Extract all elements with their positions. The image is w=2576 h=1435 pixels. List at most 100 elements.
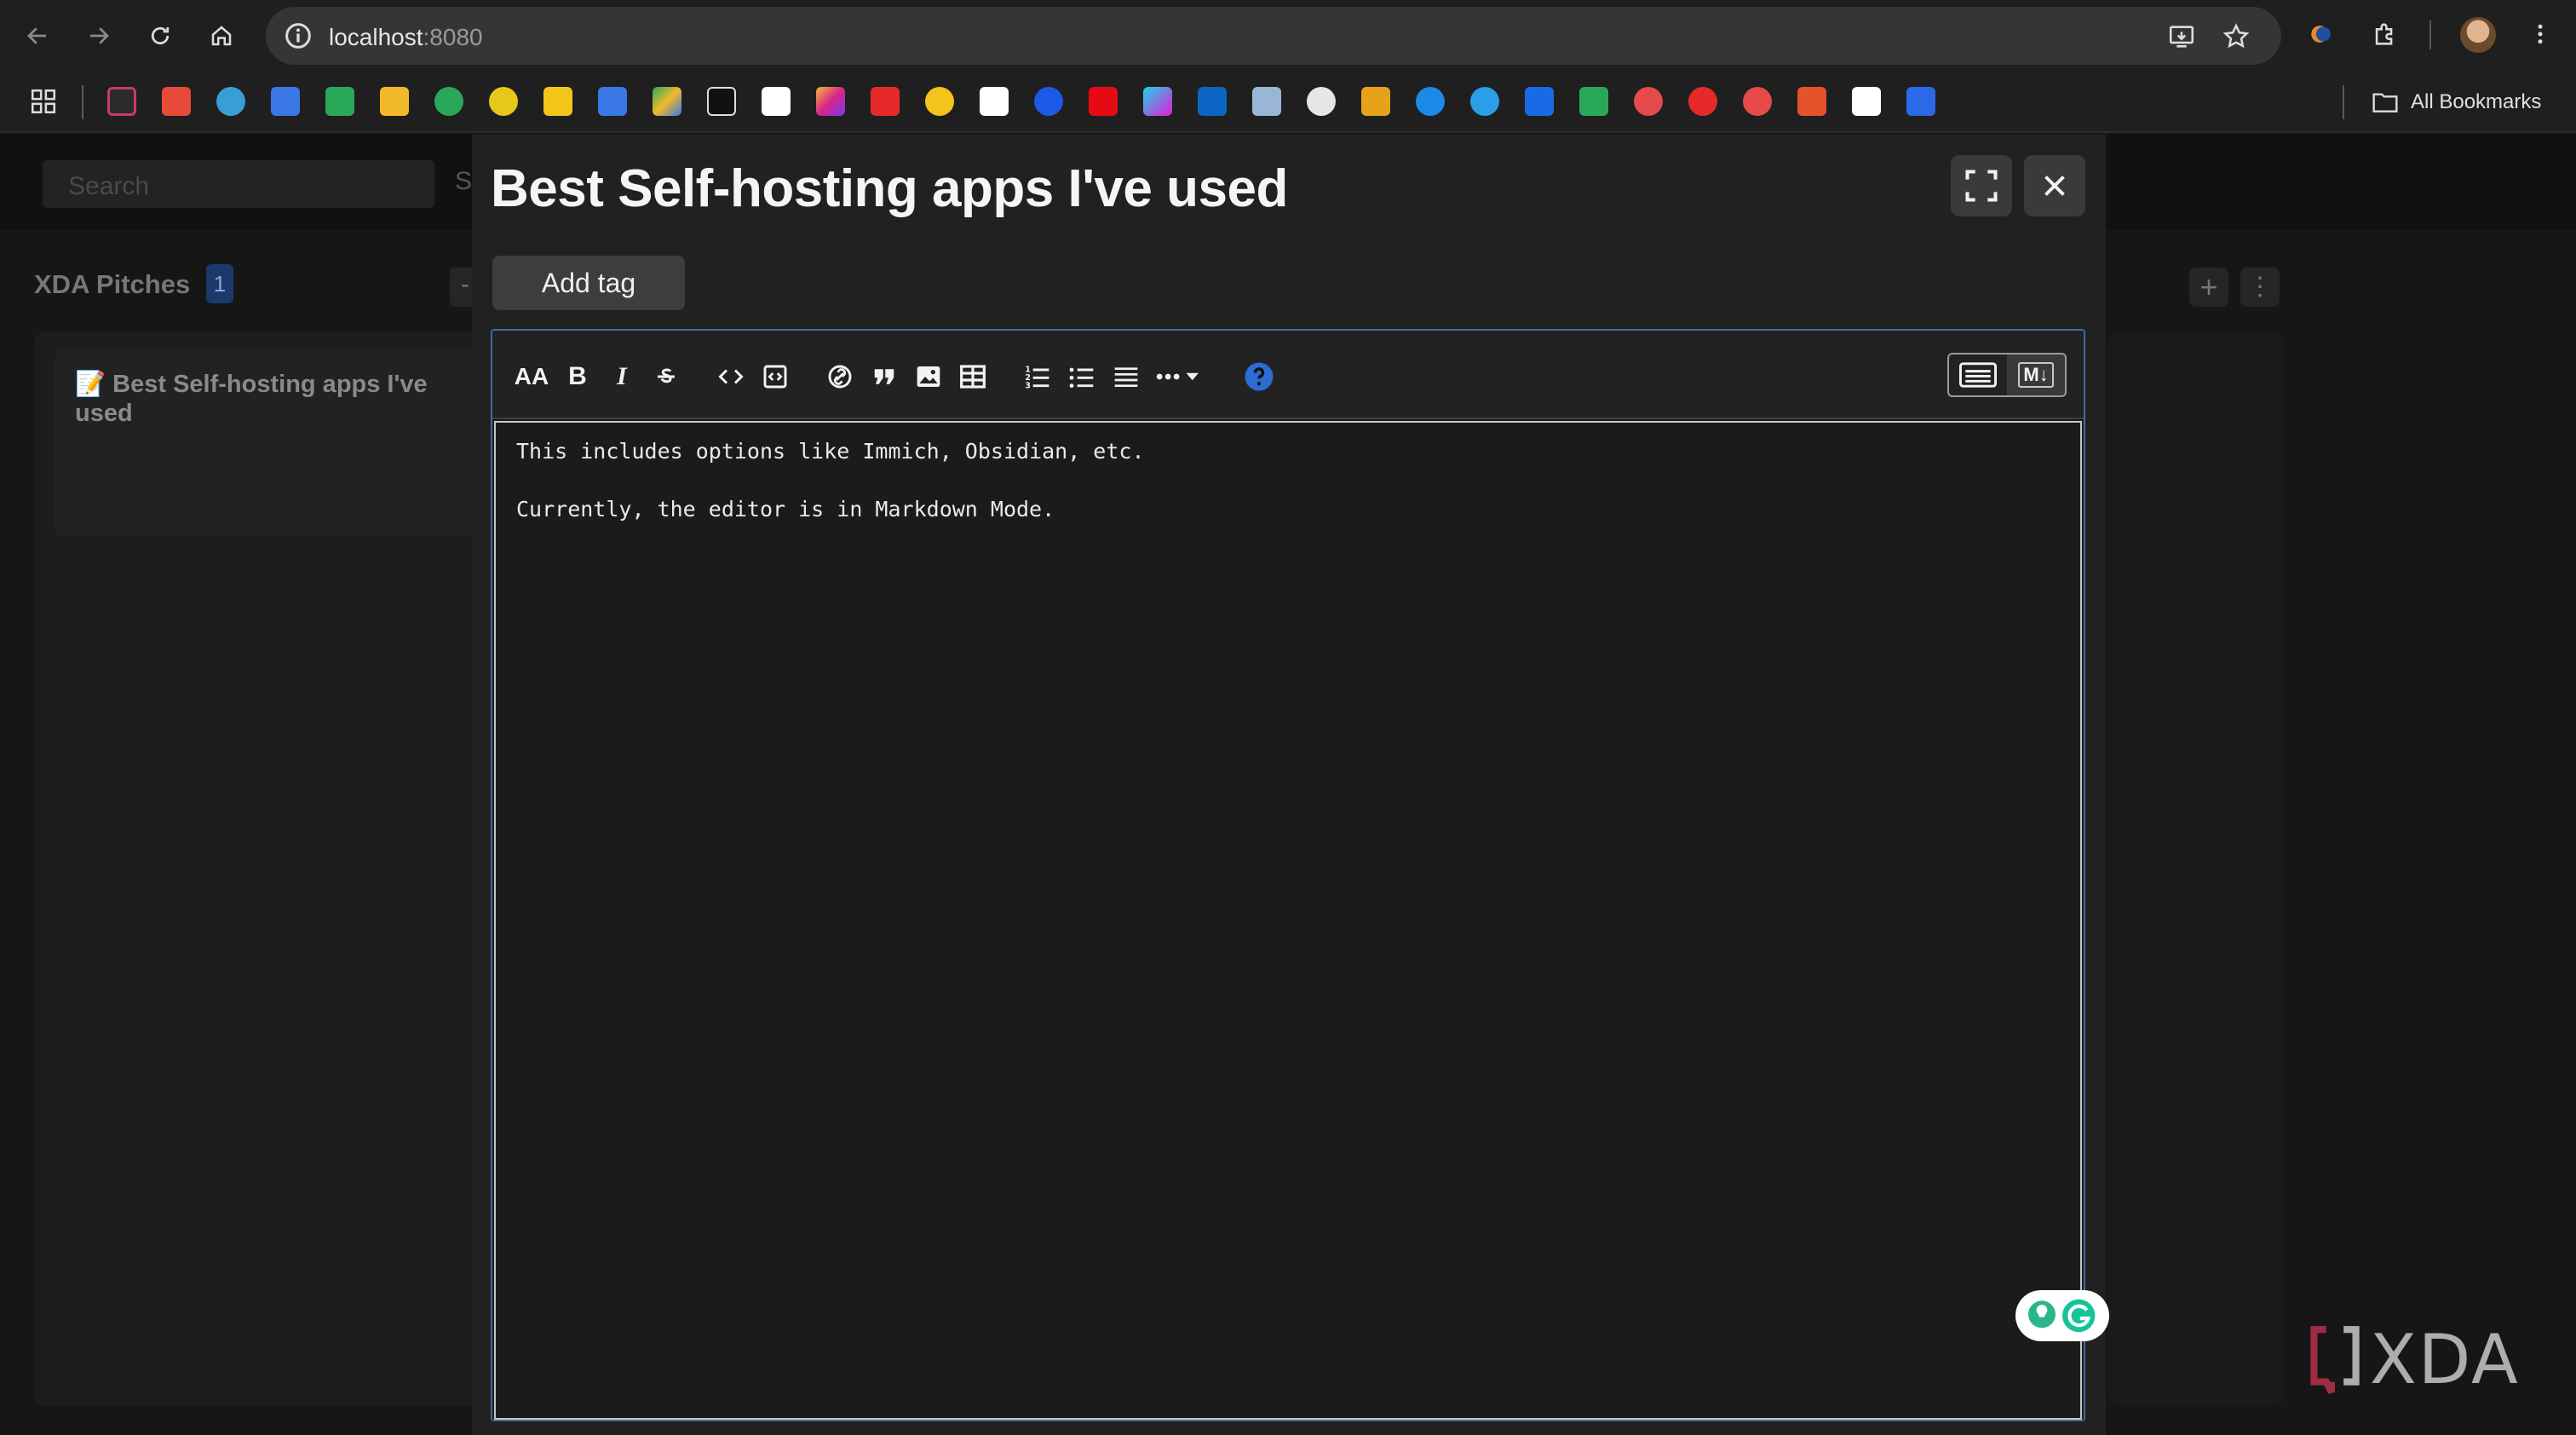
bookmark-8-icon[interactable] xyxy=(489,87,518,116)
grammarly-widget[interactable] xyxy=(2015,1290,2109,1341)
wysiwyg-mode-button[interactable] xyxy=(1949,354,2007,395)
browser-menu-icon[interactable] xyxy=(2521,15,2559,53)
bookmark-27-icon[interactable] xyxy=(1525,87,1554,116)
url-port: :8080 xyxy=(423,24,483,50)
all-bookmarks-button[interactable]: All Bookmarks xyxy=(2372,87,2541,118)
bookmark-20-icon[interactable] xyxy=(1143,87,1172,116)
unordered-list-icon[interactable] xyxy=(1065,360,1099,394)
bookmark-31-icon[interactable] xyxy=(1743,87,1772,116)
bookmark-18-icon[interactable] xyxy=(1034,87,1063,116)
gmail-bookmark-icon[interactable] xyxy=(162,87,191,116)
help-icon[interactable] xyxy=(1242,360,1276,394)
reload-icon[interactable] xyxy=(140,15,181,56)
table-icon[interactable] xyxy=(956,360,990,394)
site-info-icon[interactable] xyxy=(281,19,315,53)
apps-grid-icon[interactable] xyxy=(29,87,58,116)
xda-logo-icon xyxy=(2309,1323,2361,1396)
fullscreen-button[interactable] xyxy=(1951,155,2012,216)
bookmark-30-icon[interactable] xyxy=(1688,87,1717,116)
svg-text:3: 3 xyxy=(1025,381,1031,390)
search-input[interactable]: Search xyxy=(43,160,434,208)
toolbar-divider xyxy=(2429,20,2431,49)
address-bar[interactable]: localhost:8080 xyxy=(266,7,2281,65)
more-options-icon[interactable] xyxy=(1153,360,1205,394)
markdown-mode-label: M↓ xyxy=(2018,362,2054,388)
bookmark-34-icon[interactable] xyxy=(1906,87,1935,116)
inline-code-icon[interactable] xyxy=(714,360,748,394)
bookmark-divider-right xyxy=(2343,85,2344,119)
fullscreen-icon xyxy=(1963,167,2000,205)
board-title: XDA Pitches xyxy=(34,269,191,299)
markdown-mode-button[interactable]: M↓ xyxy=(2007,354,2065,395)
ordered-list-icon[interactable]: 123 xyxy=(1021,360,1055,394)
bold-tool[interactable]: B xyxy=(561,360,595,394)
editor-textarea[interactable]: This includes options like Immich, Obsid… xyxy=(494,421,2082,1420)
google-slides-bookmark-icon[interactable] xyxy=(380,87,409,116)
image-icon[interactable] xyxy=(911,360,946,394)
linkedin-bookmark-icon[interactable] xyxy=(1198,87,1227,116)
editor-mode-switch: M↓ xyxy=(1947,353,2067,397)
bookmarks-bar: All Bookmarks xyxy=(0,72,2576,133)
home-icon[interactable] xyxy=(201,15,242,56)
italic-tool[interactable]: I xyxy=(605,360,639,394)
close-button[interactable] xyxy=(2024,155,2085,216)
bookmark-13-icon[interactable] xyxy=(762,87,791,116)
google-meet-bookmark-icon[interactable] xyxy=(434,87,463,116)
wysiwyg-icon xyxy=(1959,361,1997,389)
heading-tool[interactable]: AA xyxy=(515,360,549,394)
install-app-icon[interactable] xyxy=(2167,22,2196,51)
board-column-right xyxy=(2107,332,2285,1406)
chrome-bookmark-icon[interactable] xyxy=(1307,87,1336,116)
horizontal-rule-icon[interactable] xyxy=(1109,360,1143,394)
back-icon[interactable] xyxy=(17,15,58,56)
x-bookmark-icon[interactable] xyxy=(707,87,736,116)
content-line-1: This includes options like Immich, Obsid… xyxy=(516,439,1145,464)
bookmark-29-icon[interactable] xyxy=(1634,87,1663,116)
add-column-button[interactable]: + xyxy=(2189,268,2228,307)
url-host: localhost xyxy=(329,24,423,50)
link-icon[interactable] xyxy=(823,360,857,394)
folder-icon xyxy=(2372,90,2399,114)
bookmark-22-icon[interactable] xyxy=(1252,87,1281,116)
bookmark-16-icon[interactable] xyxy=(925,87,954,116)
bookmark-24-icon[interactable] xyxy=(1361,87,1390,116)
quote-icon[interactable] xyxy=(867,360,901,394)
google-drive-bookmark-icon[interactable] xyxy=(653,87,681,116)
google-keep-bookmark-icon[interactable] xyxy=(543,87,572,116)
youtube-bookmark-icon[interactable] xyxy=(871,87,900,116)
bookmark-25-icon[interactable] xyxy=(1416,87,1445,116)
markdown-editor: AA B I 123 M↓ This includes options like… xyxy=(491,329,2109,1421)
instagram-bookmark-icon[interactable] xyxy=(816,87,845,116)
column-menu-button[interactable]: ⋮ xyxy=(2240,268,2280,307)
url-text: localhost:8080 xyxy=(329,24,483,51)
bookmark-star-icon[interactable] xyxy=(2222,22,2251,51)
forward-icon[interactable] xyxy=(78,15,119,56)
task-card[interactable]: 📝 Best Self-hosting apps I've used xyxy=(55,349,480,537)
modal-title[interactable]: Best Self-hosting apps I've used xyxy=(491,158,1288,219)
bookmark-32-icon[interactable] xyxy=(1797,87,1826,116)
grammarly-icon xyxy=(2021,1295,2104,1336)
all-bookmarks-label: All Bookmarks xyxy=(2411,90,2542,113)
bookmark-3-icon[interactable] xyxy=(216,87,245,116)
memo-icon: 📝 xyxy=(75,371,106,398)
bookmark-1-icon[interactable] xyxy=(107,87,136,116)
add-tag-button[interactable]: Add tag xyxy=(492,256,685,310)
google-docs-bookmark-icon[interactable] xyxy=(271,87,300,116)
card-title: 📝 Best Self-hosting apps I've used xyxy=(75,370,450,428)
profile-avatar[interactable] xyxy=(2460,17,2496,53)
bookmark-28-icon[interactable] xyxy=(1579,87,1608,116)
bookmark-33-icon[interactable] xyxy=(1852,87,1881,116)
code-block-icon[interactable] xyxy=(758,360,792,394)
google-calendar-bookmark-icon[interactable] xyxy=(598,87,627,116)
board-count-badge: 1 xyxy=(206,264,233,303)
netflix-bookmark-icon[interactable] xyxy=(1089,87,1118,116)
extensions-puzzle-icon[interactable] xyxy=(2366,15,2404,53)
strikethrough-icon[interactable] xyxy=(649,360,683,394)
extension-icon[interactable] xyxy=(2303,15,2341,53)
xda-wordmark: XDA xyxy=(2370,1319,2520,1399)
telegram-bookmark-icon[interactable] xyxy=(1470,87,1499,116)
amazon-bookmark-icon[interactable] xyxy=(980,87,1009,116)
editor-toolbar: AA B I 123 M↓ xyxy=(492,331,2084,419)
google-sheets-bookmark-icon[interactable] xyxy=(325,87,354,116)
content-line-2: Currently, the editor is in Markdown Mod… xyxy=(516,497,1055,522)
